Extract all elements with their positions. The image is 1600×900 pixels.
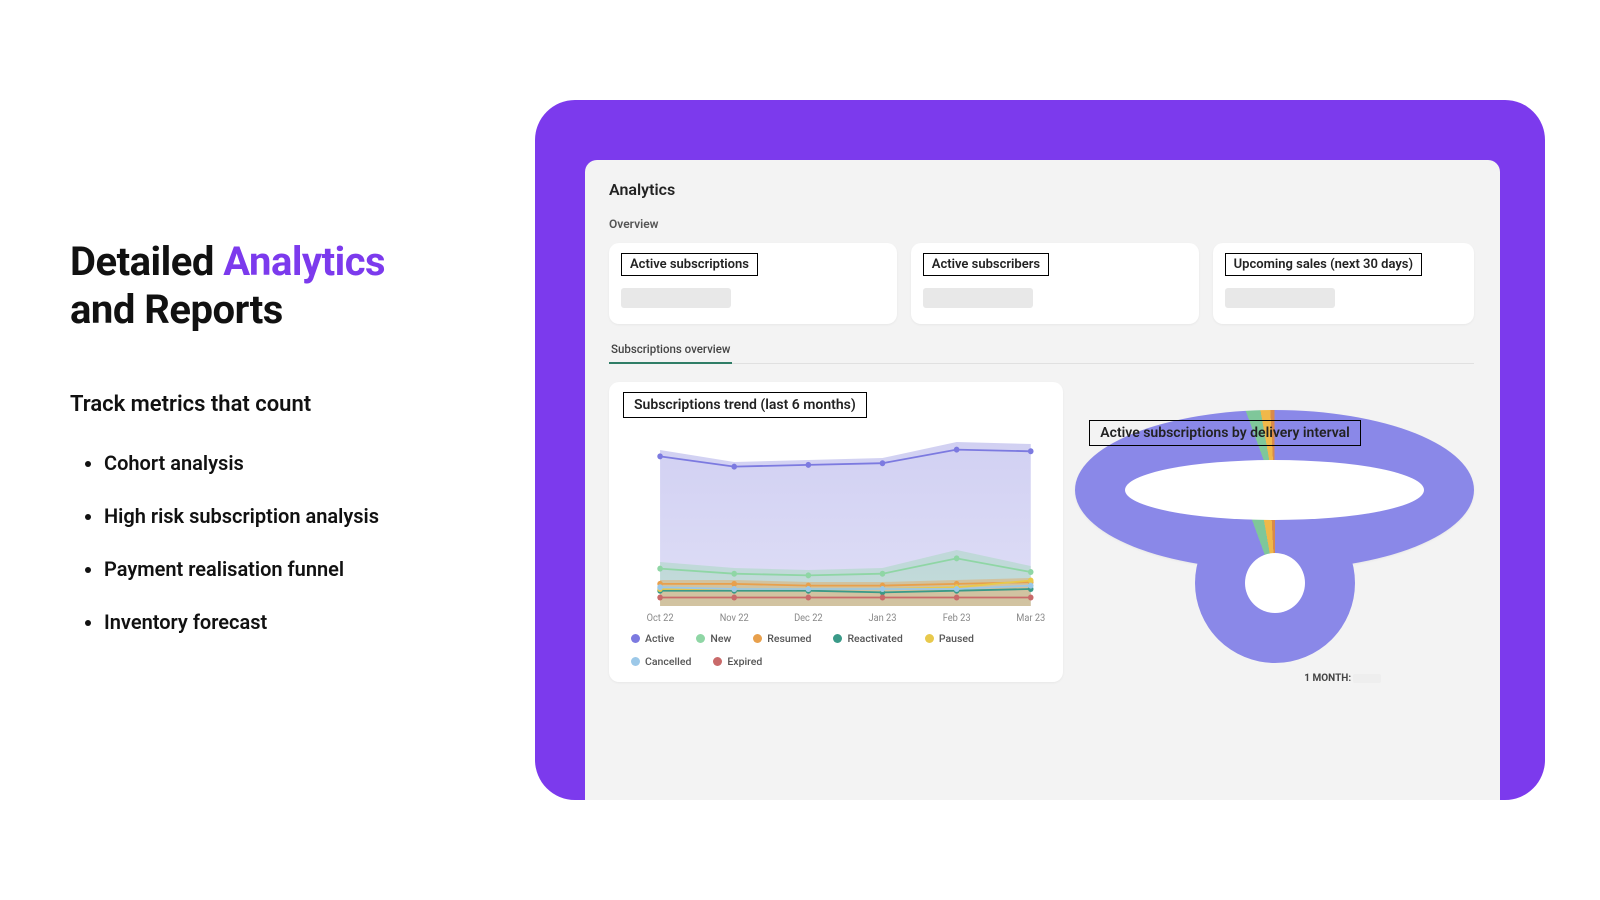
donut-chart: 3 WEEK: 3 MONTH: 2 MONTH: 1 MONTH: xyxy=(1089,454,1460,684)
tab-divider xyxy=(609,363,1474,364)
panel-subscriptions-trend: Subscriptions trend (last 6 months) xyxy=(609,382,1063,682)
bullet-item: High risk subscription analysis xyxy=(104,504,450,529)
metric-card-active-subscriptions[interactable]: Active subscriptions xyxy=(609,243,897,324)
metric-value-placeholder xyxy=(1225,288,1335,308)
leader-line xyxy=(1304,498,1305,512)
legend-paused: Paused xyxy=(925,632,974,645)
legend-expired: Expired xyxy=(713,655,762,668)
heading-part2: and Reports xyxy=(70,286,283,333)
product-screenshot-frame: Analytics Overview Active subscriptions … xyxy=(535,100,1545,800)
metric-label: Active subscribers xyxy=(923,253,1049,276)
line-chart-svg: Oct 22 Nov 22 Dec 22 Jan 23 Feb 23 Mar 23 xyxy=(623,426,1049,626)
svg-text:Dec 22: Dec 22 xyxy=(794,613,823,624)
subscriptions-trend-chart: Oct 22 Nov 22 Dec 22 Jan 23 Feb 23 Mar 23 xyxy=(623,426,1049,626)
legend-resumed: Resumed xyxy=(753,632,811,645)
metric-label: Active subscriptions xyxy=(621,253,758,276)
marketing-heading: Detailed Analytics and Reports xyxy=(70,238,450,334)
page-title: Analytics xyxy=(609,180,1474,199)
swatch-icon xyxy=(753,634,762,643)
section-label: Overview xyxy=(609,217,1474,231)
panel-title: Active subscriptions by delivery interva… xyxy=(1089,420,1361,446)
metric-value-placeholder xyxy=(923,288,1033,308)
metric-card-active-subscribers[interactable]: Active subscribers xyxy=(911,243,1199,324)
swatch-icon xyxy=(833,634,842,643)
svg-text:Oct 22: Oct 22 xyxy=(647,613,674,624)
leader-line xyxy=(1352,478,1353,498)
donut-label-1month: 1 MONTH: xyxy=(1304,673,1381,684)
donut-label-3week: 3 WEEK: xyxy=(1289,468,1356,479)
legend-reactivated: Reactivated xyxy=(833,632,902,645)
marketing-bullets: Cohort analysis High risk subscription a… xyxy=(70,451,450,635)
metric-value-placeholder xyxy=(621,288,731,308)
tabbar: Subscriptions overview xyxy=(609,338,1474,364)
swatch-icon xyxy=(631,634,640,643)
donut-label-2month: 2 MONTH: xyxy=(1193,504,1270,515)
legend-active: Active xyxy=(631,632,674,645)
metric-card-upcoming-sales[interactable]: Upcoming sales (next 30 days) xyxy=(1213,243,1474,324)
tab-subscriptions-overview[interactable]: Subscriptions overview xyxy=(609,338,732,364)
bullet-item: Inventory forecast xyxy=(104,610,450,635)
bullet-item: Cohort analysis xyxy=(104,451,450,476)
swatch-icon xyxy=(631,657,640,666)
svg-text:Nov 22: Nov 22 xyxy=(720,613,750,624)
legend-new: New xyxy=(696,632,731,645)
donut-ring-icon xyxy=(1195,503,1355,663)
swatch-icon xyxy=(696,634,705,643)
swatch-icon xyxy=(713,657,722,666)
heading-part1: Detailed xyxy=(70,238,223,285)
marketing-subhead: Track metrics that count xyxy=(70,392,450,417)
trend-legend: Active New Resumed Reactivated Paused Ca… xyxy=(623,632,1049,668)
heading-accent: Analytics xyxy=(223,238,385,285)
swatch-icon xyxy=(925,634,934,643)
panel-delivery-interval: Active subscriptions by delivery interva… xyxy=(1075,410,1474,570)
svg-text:Jan 23: Jan 23 xyxy=(869,613,897,624)
metric-label: Upcoming sales (next 30 days) xyxy=(1225,253,1422,276)
svg-text:Feb 23: Feb 23 xyxy=(943,613,971,624)
analytics-dashboard: Analytics Overview Active subscriptions … xyxy=(585,160,1500,800)
donut-label-3month: 3 MONTH: xyxy=(1208,486,1285,497)
bullet-item: Payment realisation funnel xyxy=(104,557,450,582)
svg-text:Mar 23: Mar 23 xyxy=(1016,613,1045,624)
legend-cancelled: Cancelled xyxy=(631,655,691,668)
panel-title: Subscriptions trend (last 6 months) xyxy=(623,392,867,418)
